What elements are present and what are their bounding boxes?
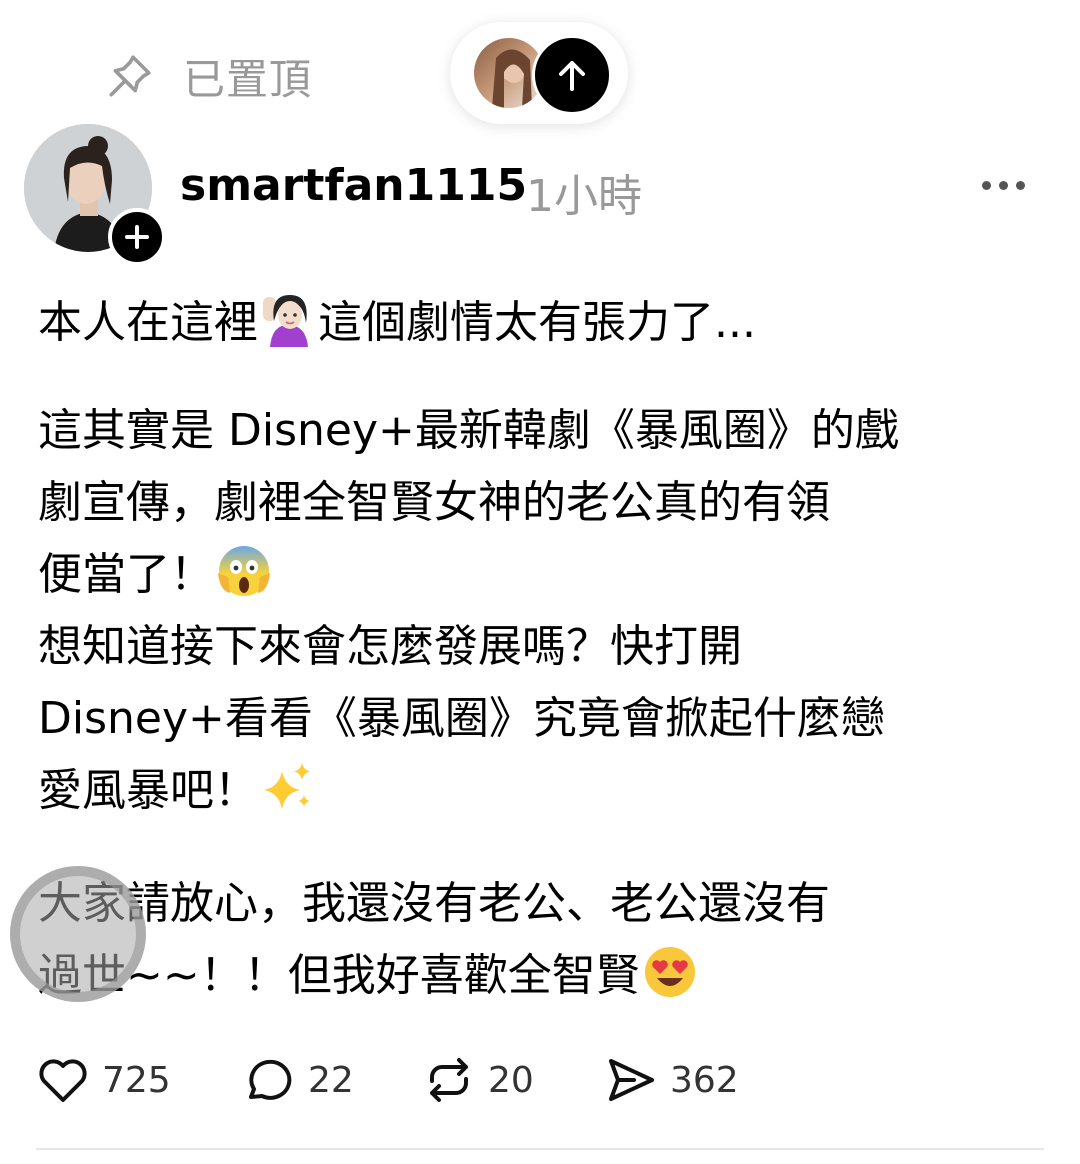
sparkles-emoji xyxy=(264,763,310,809)
divider xyxy=(36,1148,1044,1150)
face-screaming-in-fear-emoji xyxy=(218,546,270,596)
post-line: 大家請放心，我還沒有老公、老公還沒有 xyxy=(38,878,830,929)
repost-icon xyxy=(430,1058,468,1102)
like-button[interactable]: 725 xyxy=(36,1050,171,1110)
post-text: 愛風暴吧！ xyxy=(38,765,258,816)
share-count: 362 xyxy=(670,1059,739,1101)
pinned-indicator: 已置頂 xyxy=(105,46,312,106)
comment-count: 22 xyxy=(308,1059,354,1101)
post-line: Disney+看看《暴風圈》究竟會掀起什麼戀 xyxy=(38,693,885,744)
follow-button[interactable] xyxy=(108,208,166,266)
scroll-to-top-button[interactable] xyxy=(532,35,612,115)
floating-touch-button[interactable] xyxy=(10,866,146,1002)
more-options-button[interactable] xyxy=(982,170,1034,200)
more-dot-icon xyxy=(999,180,1008,190)
post-time: 1小時 xyxy=(526,171,642,222)
more-dot-icon xyxy=(982,180,991,190)
username[interactable]: smartfan1115 xyxy=(180,160,527,211)
post-text: 這個劇情太有張力了... xyxy=(318,297,756,348)
post-paragraph-1: 本人在這裡 這個劇情太有張力了... xyxy=(38,287,1018,359)
send-icon xyxy=(609,1059,654,1101)
post-text: 本人在這裡 xyxy=(38,297,258,348)
post-line: 便當了！ xyxy=(38,539,1018,611)
share-button[interactable]: 362 xyxy=(604,1050,739,1110)
post-line: 過世~~！！但我好喜歡全智賢 xyxy=(38,940,1018,1012)
post-line: 劇宣傳，劇裡全智賢女神的老公真的有領 xyxy=(38,477,830,528)
pin-icon xyxy=(109,55,151,97)
heart-icon xyxy=(39,1059,87,1102)
arrow-up-icon xyxy=(559,61,585,91)
post-paragraph-3: 大家請放心，我還沒有老公、老公還沒有 過世~~！！但我好喜歡全智賢 xyxy=(38,868,1018,1012)
smiling-face-with-heart-eyes-emoji xyxy=(644,947,695,997)
more-dot-icon xyxy=(1016,180,1025,190)
repost-count: 20 xyxy=(488,1059,534,1101)
repost-button[interactable]: 20 xyxy=(422,1050,534,1110)
post-line: 這其實是 Disney+最新韓劇《暴風圈》的戲 xyxy=(38,405,899,456)
post-line: 想知道接下來會怎麼發展嗎？快打開 xyxy=(38,621,742,672)
post-paragraph-2: 這其實是 Disney+最新韓劇《暴風圈》的戲 劇宣傳，劇裡全智賢女神的老公真的… xyxy=(38,395,1018,827)
pinned-label: 已置頂 xyxy=(183,54,313,104)
like-count: 725 xyxy=(102,1059,171,1101)
post-line: 愛風暴吧！ xyxy=(38,755,1018,827)
comment-icon xyxy=(249,1059,292,1100)
post-text: 便當了！ xyxy=(38,549,214,600)
woman-raising-hand-emoji xyxy=(263,295,308,347)
comment-button[interactable]: 22 xyxy=(242,1050,354,1110)
plus-icon xyxy=(125,225,149,249)
